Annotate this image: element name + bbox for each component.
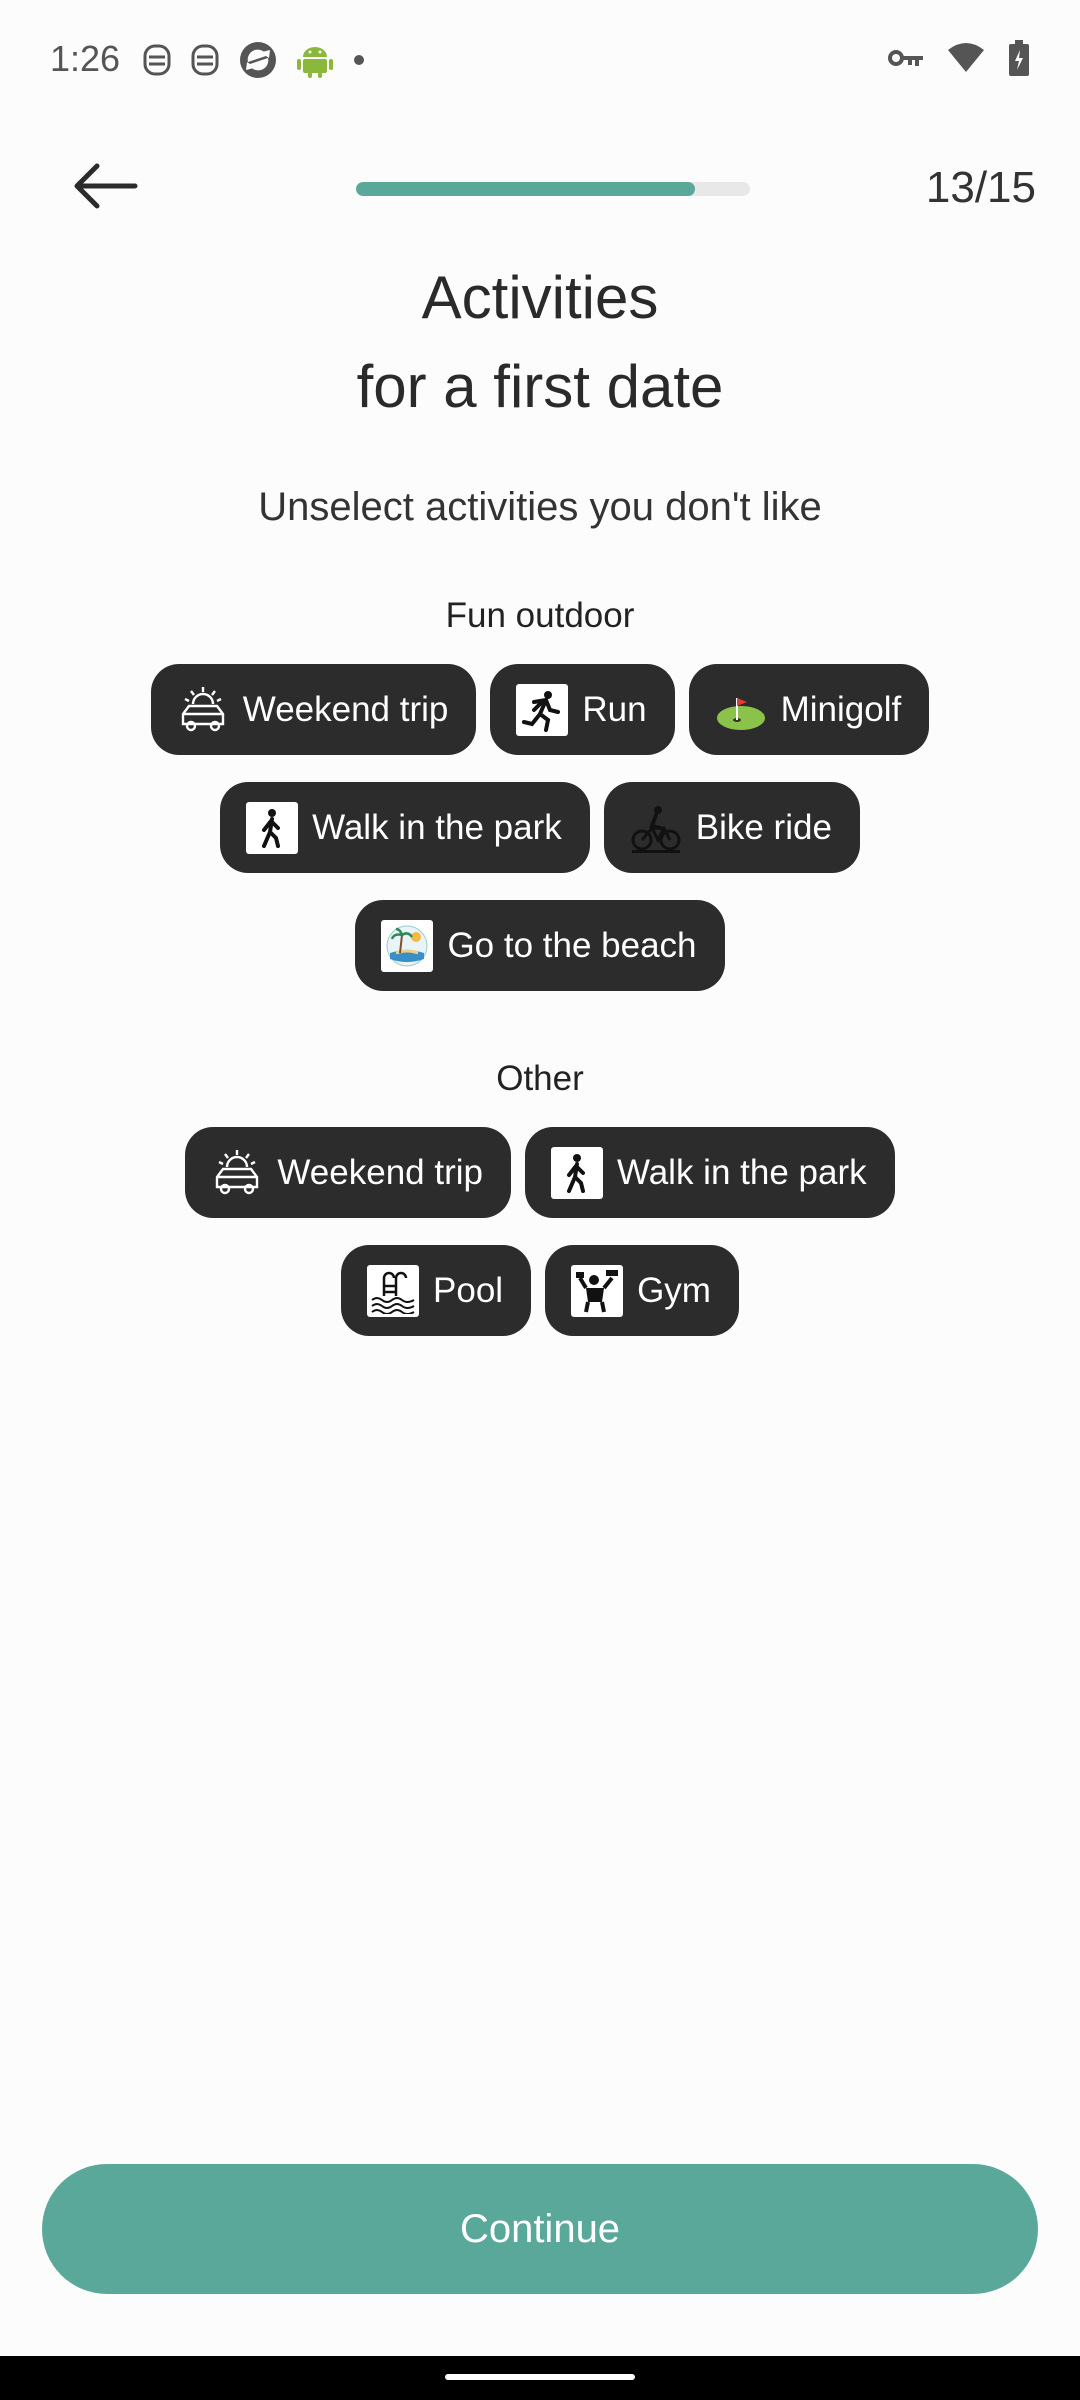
chip-row: Pool Gym	[0, 1245, 1080, 1336]
notification-icon	[142, 43, 172, 77]
notification-icon	[190, 43, 220, 77]
chip-label: Walk in the park	[616, 1152, 867, 1192]
page-title-line2: for a first date	[356, 353, 724, 420]
dot-icon	[352, 53, 366, 67]
chip-run[interactable]: Run	[490, 664, 675, 755]
section-label-fun-outdoor: Fun outdoor	[445, 596, 635, 635]
chip-go-to-the-beach[interactable]: Go to the beach	[355, 900, 725, 991]
walker-icon	[550, 1146, 603, 1199]
android-icon	[296, 41, 334, 79]
chip-row: Weekend trip Run Minigolf	[0, 664, 1080, 755]
walker-icon	[246, 801, 299, 854]
chip-row: Walk in the park Bike ride	[0, 782, 1080, 873]
chip-label: Pool	[433, 1270, 504, 1310]
page-title-line1: Activities	[421, 264, 659, 331]
chip-label: Bike ride	[695, 807, 832, 847]
status-bar: 1:26	[0, 0, 1080, 125]
step-counter: 13/15	[925, 163, 1036, 212]
wifi-icon	[946, 42, 986, 74]
chip-label: Gym	[637, 1270, 711, 1310]
chip-minigolf[interactable]: Minigolf	[688, 664, 930, 755]
progress-bar	[356, 182, 750, 196]
chip-pool[interactable]: Pool	[341, 1245, 532, 1336]
page-subtitle: Unselect activities you don't like	[258, 485, 822, 529]
gym-icon	[571, 1264, 624, 1317]
chip-label: Walk in the park	[312, 807, 562, 847]
sync-icon	[238, 40, 278, 80]
golf-icon	[715, 684, 767, 736]
chip-walk-in-the-park[interactable]: Walk in the park	[524, 1127, 895, 1218]
back-button[interactable]	[60, 150, 150, 226]
status-time: 1:26	[50, 38, 121, 79]
arrow-left-icon	[71, 162, 139, 215]
car-icon	[177, 684, 229, 736]
chip-bike-ride[interactable]: Bike ride	[603, 782, 860, 873]
car-icon	[211, 1147, 263, 1199]
continue-button[interactable]: Continue	[42, 2164, 1038, 2294]
chip-label: Weekend trip	[277, 1152, 483, 1192]
chip-label: Run	[582, 689, 647, 729]
progress-fill	[356, 182, 695, 196]
chip-weekend-trip[interactable]: Weekend trip	[185, 1127, 511, 1218]
chip-row: Weekend trip Walk in the park	[0, 1127, 1080, 1218]
chip-label: Go to the beach	[447, 925, 697, 965]
chip-label: Minigolf	[780, 689, 902, 729]
home-gesture-pill[interactable]	[445, 2374, 635, 2380]
pool-icon	[367, 1264, 420, 1317]
battery-icon	[1008, 40, 1030, 76]
status-right-icons	[888, 40, 1030, 76]
section-label-other: Other	[496, 1059, 584, 1098]
chip-gym[interactable]: Gym	[545, 1245, 739, 1336]
beach-icon	[381, 919, 434, 972]
navigation-bar	[0, 2356, 1080, 2400]
status-left-icons	[142, 40, 366, 80]
runner-icon	[516, 683, 569, 736]
chip-walk-in-the-park[interactable]: Walk in the park	[220, 782, 590, 873]
key-icon	[888, 46, 924, 70]
chip-weekend-trip[interactable]: Weekend trip	[150, 664, 477, 755]
chip-label: Weekend trip	[242, 689, 449, 729]
chip-row: Go to the beach	[0, 900, 1080, 991]
bike-icon	[630, 802, 682, 854]
